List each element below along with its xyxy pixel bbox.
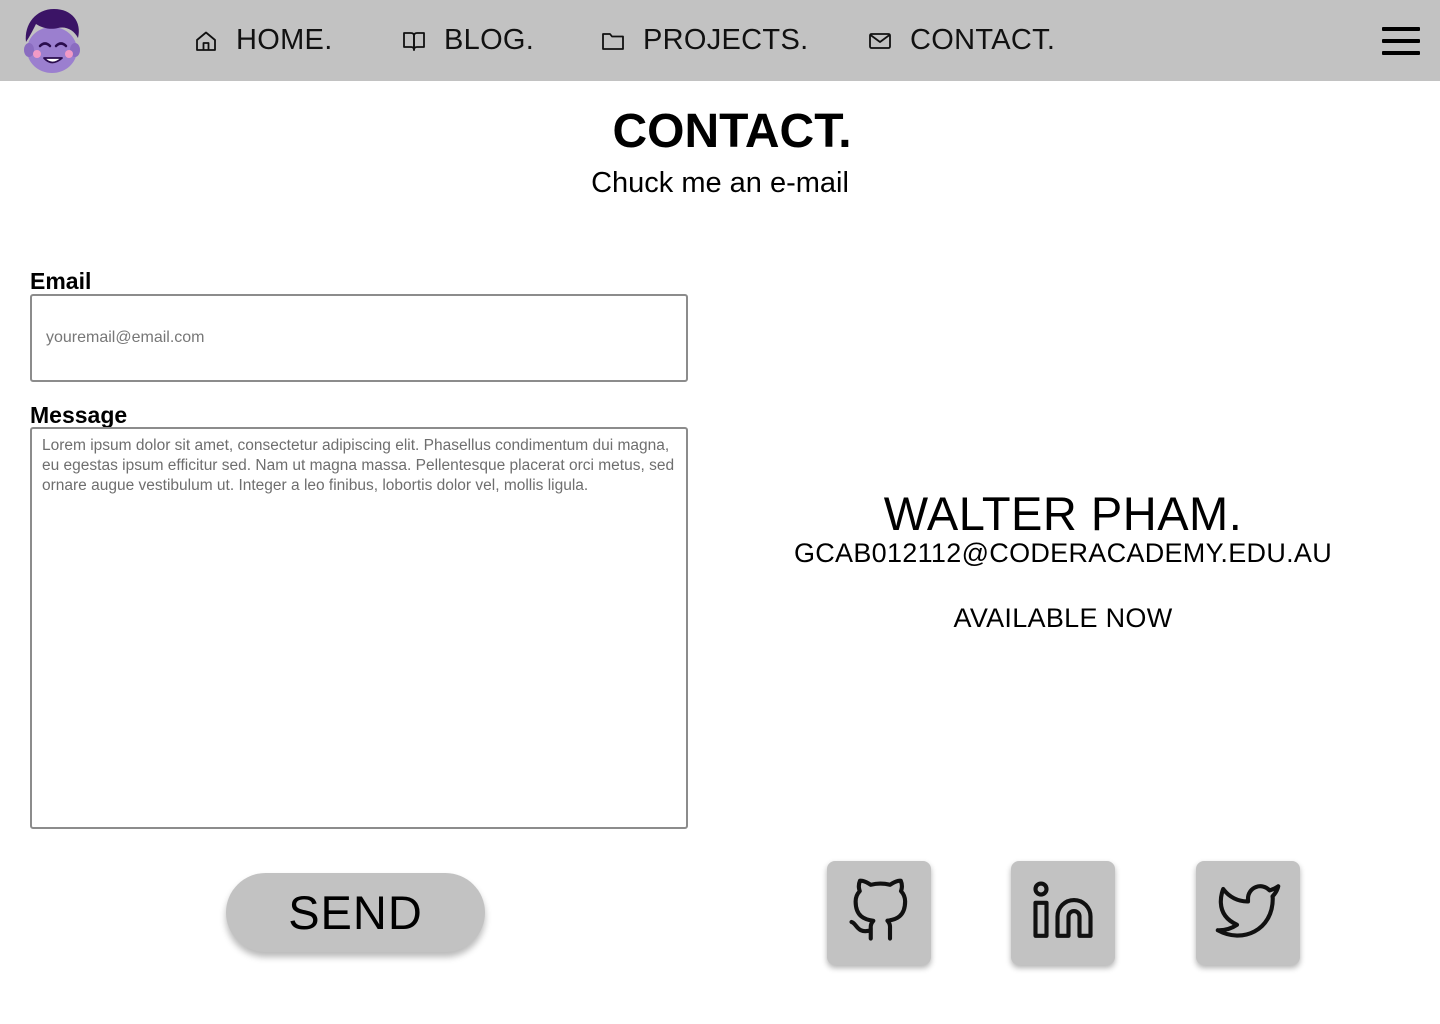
linkedin-button[interactable] (1011, 861, 1115, 965)
nav-label-contact: CONTACT. (910, 24, 1056, 56)
twitter-icon (1215, 878, 1281, 949)
navbar: HOME. BLOG. PROJECTS. CONTACT. (0, 0, 1440, 81)
hamburger-menu-icon[interactable] (1380, 24, 1422, 58)
nav-label-blog: BLOG. (444, 24, 535, 56)
nav-label-home: HOME. (236, 24, 333, 56)
folder-icon (601, 29, 625, 53)
availability-status: AVAILABLE NOW (953, 603, 1173, 633)
contact-name: WALTER PHAM. (883, 487, 1243, 540)
nav-item-blog[interactable]: BLOG. (402, 0, 534, 81)
message-field[interactable] (30, 427, 688, 829)
nav-item-contact[interactable]: CONTACT. (868, 0, 1055, 81)
github-button[interactable] (827, 861, 931, 965)
avatar-logo[interactable] (20, 6, 84, 74)
home-icon (194, 29, 218, 53)
contact-email: GCAB012112@CODERACADEMY.EDU.AU (793, 538, 1333, 568)
nav-item-home[interactable]: HOME. (194, 0, 333, 81)
send-button[interactable]: SEND (226, 873, 485, 952)
nav-item-projects[interactable]: PROJECTS. (601, 0, 808, 81)
mail-icon (868, 29, 892, 53)
email-label: Email (30, 268, 92, 294)
email-field[interactable] (30, 294, 688, 382)
page-title: CONTACT. (612, 105, 852, 158)
twitter-button[interactable] (1196, 861, 1300, 965)
linkedin-icon (1030, 878, 1096, 949)
github-icon (846, 878, 912, 949)
book-icon (402, 29, 426, 53)
nav-label-projects: PROJECTS. (643, 24, 809, 56)
message-label: Message (30, 402, 128, 428)
page-subtitle: Chuck me an e-mail (591, 167, 849, 199)
